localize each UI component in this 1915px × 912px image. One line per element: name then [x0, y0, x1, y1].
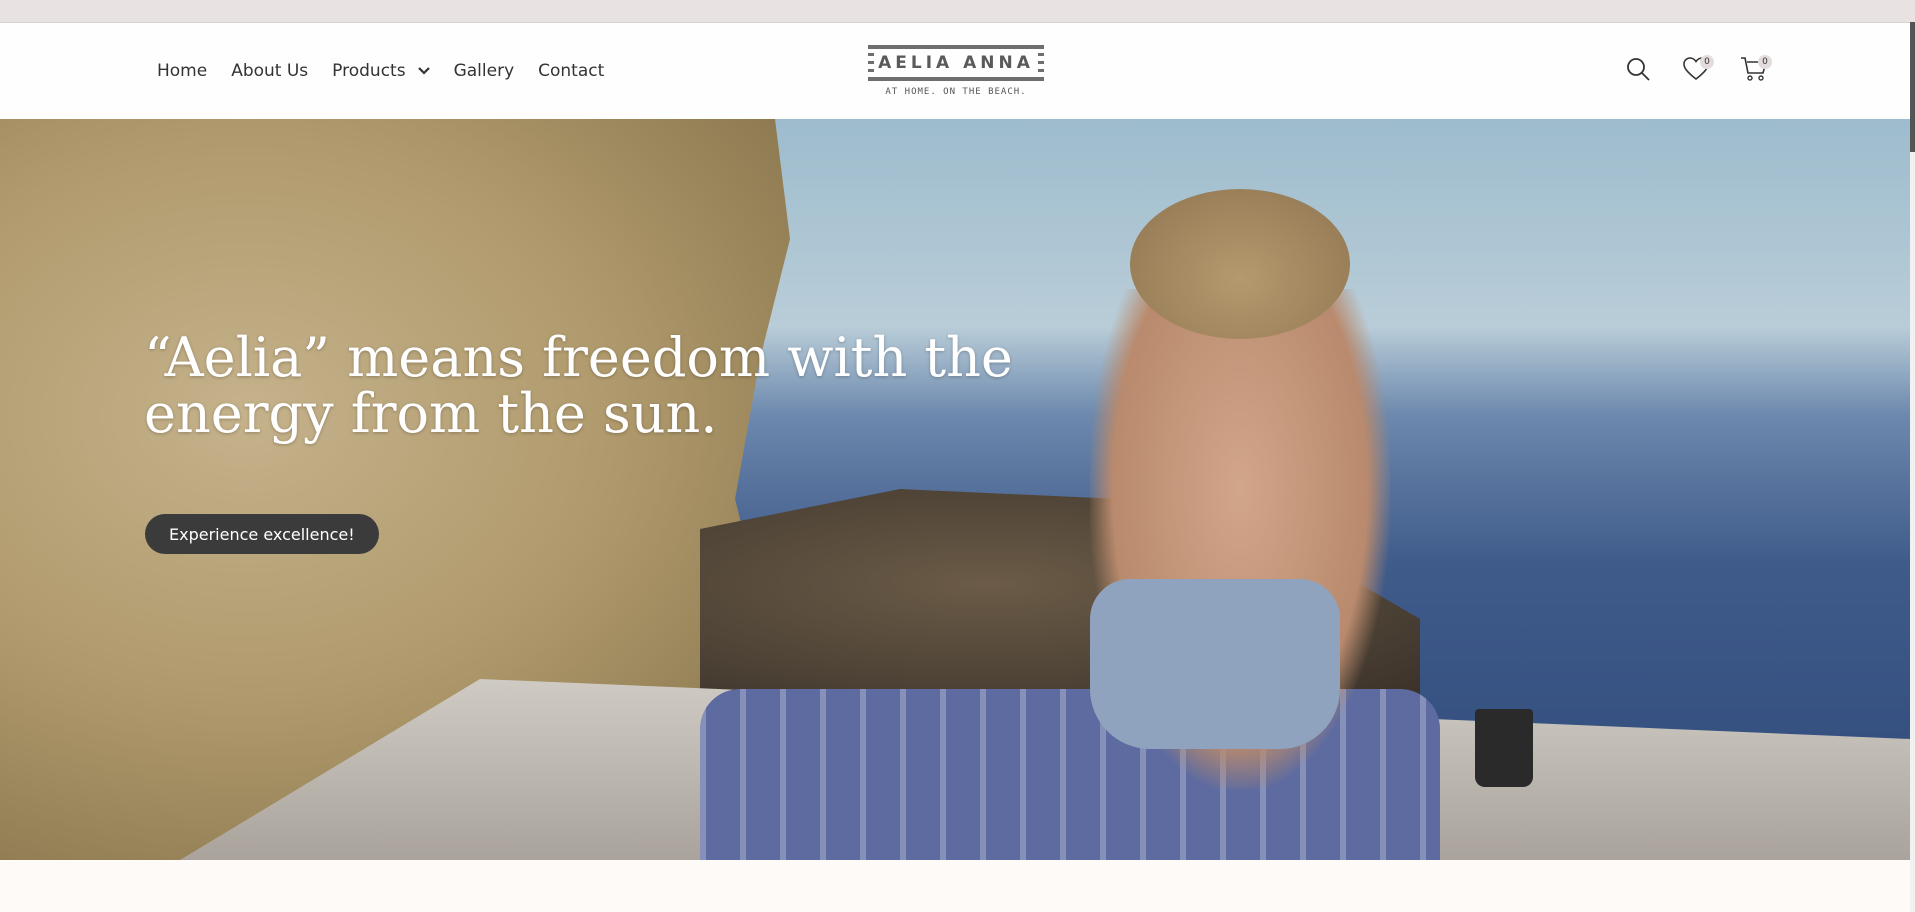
chevron-down-icon [417, 67, 430, 75]
logo-stripe [868, 53, 874, 56]
logo-stripe [1038, 69, 1044, 72]
logo-stripe [1038, 61, 1044, 64]
logo-stripe [868, 61, 874, 64]
search-icon [1625, 56, 1651, 87]
wishlist-button[interactable]: 0 [1676, 51, 1716, 91]
nav-home[interactable]: Home [157, 61, 207, 81]
hero-image-jeans [1090, 579, 1340, 749]
next-section [0, 860, 1910, 912]
cart-count-badge: 0 [1758, 55, 1772, 69]
logo-name: AELIA ANNA [878, 53, 1034, 73]
scrollbar-thumb[interactable] [1910, 22, 1915, 152]
nav-products-label: Products [332, 61, 406, 81]
top-bar [0, 0, 1915, 23]
hero-image-mug [1475, 709, 1533, 787]
hero-banner: “Aelia” means freedom with the energy fr… [0, 119, 1910, 860]
nav-gallery[interactable]: Gallery [454, 61, 515, 81]
header-icons: 0 0 [1618, 23, 1792, 119]
nav-products[interactable]: Products [332, 61, 430, 81]
experience-excellence-button[interactable]: Experience excellence! [145, 514, 379, 554]
site-logo[interactable]: AELIA ANNA AT HOME. ON THE BEACH. [868, 45, 1044, 101]
logo-tagline: AT HOME. ON THE BEACH. [885, 87, 1027, 97]
wishlist-count-badge: 0 [1700, 55, 1714, 69]
hero-title: “Aelia” means freedom with the energy fr… [144, 326, 1013, 445]
hero-image-hat [1130, 189, 1350, 339]
page-scrollbar[interactable] [1910, 22, 1915, 912]
site-header: Home About Us Products Gallery Contact A… [0, 23, 1910, 119]
logo-stripe [868, 69, 874, 72]
search-button[interactable] [1618, 51, 1658, 91]
logo-frame: AELIA ANNA [868, 45, 1044, 81]
logo-stripe [1038, 53, 1044, 56]
nav-contact[interactable]: Contact [538, 61, 604, 81]
nav-about-us[interactable]: About Us [231, 61, 308, 81]
main-nav: Home About Us Products Gallery Contact [157, 23, 628, 119]
cart-button[interactable]: 0 [1734, 51, 1774, 91]
